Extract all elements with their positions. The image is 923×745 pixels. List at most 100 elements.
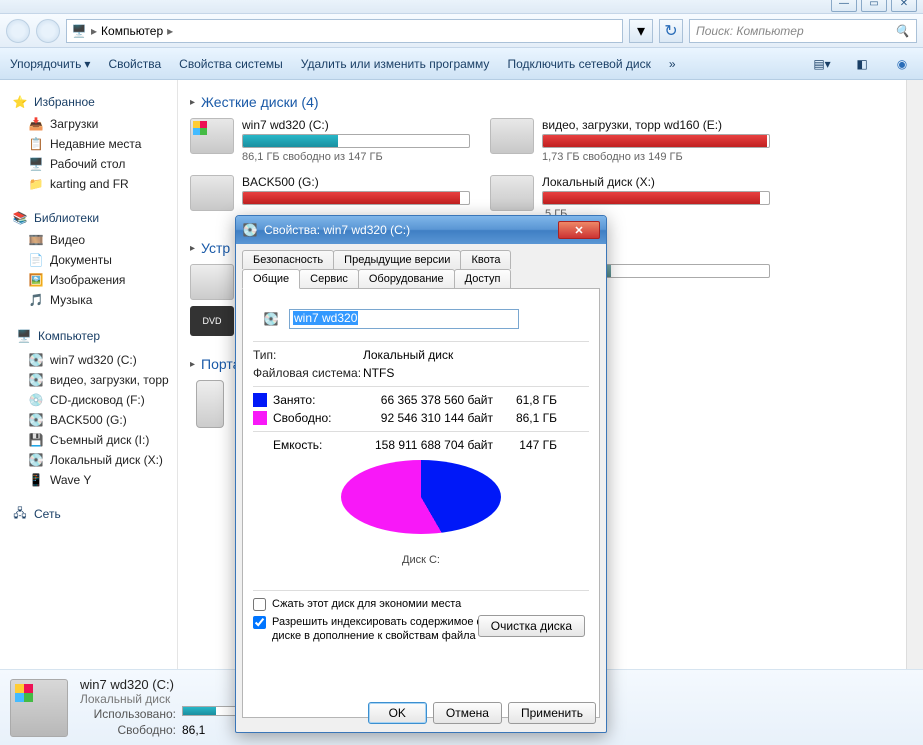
used-bytes: 66 365 378 560 байт — [353, 393, 493, 407]
drive-name: win7 wd320 (C:) — [242, 118, 470, 132]
disk-cleanup-button[interactable]: Очистка диска — [478, 615, 585, 637]
filesystem-label: Файловая система: — [253, 366, 363, 380]
music-icon: 🎵 — [28, 292, 44, 308]
drive-usage-bar — [242, 191, 470, 205]
scrollbar[interactable] — [906, 80, 923, 669]
drive-item[interactable]: Локальный диск (X:) ,5 ГБ — [490, 175, 770, 220]
drive-icon — [490, 118, 534, 154]
used-gb: 61,8 ГБ — [505, 393, 557, 407]
properties-button[interactable]: Свойства — [108, 57, 161, 71]
ok-button[interactable]: OK — [368, 702, 427, 724]
toolbar-overflow[interactable]: » — [669, 57, 676, 71]
dialog-title-text: Свойства: win7 wd320 (C:) — [264, 223, 410, 237]
toolbar: Упорядочить ▾ Свойства Свойства системы … — [0, 48, 923, 80]
drive-free-text: 1,73 ГБ свободно из 149 ГБ — [542, 151, 770, 163]
drive-icon: 💽 — [28, 452, 44, 468]
free-swatch — [253, 411, 267, 425]
drive-item[interactable]: win7 wd320 (C:) 86,1 ГБ свободно из 147 … — [190, 118, 470, 163]
cd-icon: 💿 — [28, 392, 44, 408]
computer-header[interactable]: 🖥️Компьютер — [12, 326, 171, 346]
collapse-icon: ▸ — [190, 243, 195, 254]
history-dropdown[interactable]: ▾ — [629, 19, 653, 43]
map-drive-button[interactable]: Подключить сетевой диск — [507, 57, 650, 71]
compress-label: Сжать этот диск для экономии места — [272, 597, 461, 611]
sidebar-item-downloads[interactable]: 📥Загрузки — [6, 114, 171, 134]
type-value: Локальный диск — [363, 348, 589, 362]
tab-quota[interactable]: Квота — [460, 250, 511, 269]
dialog-titlebar[interactable]: 💽 Свойства: win7 wd320 (C:) ✕ — [236, 216, 606, 244]
sidebar-drive-g[interactable]: 💽BACK500 (G:) — [6, 410, 171, 430]
drive-name: видео, загрузки, торр wd160 (E:) — [542, 118, 770, 132]
filesystem-value: NTFS — [363, 366, 589, 380]
details-used-label: Использовано: — [80, 706, 176, 722]
tab-sharing[interactable]: Доступ — [454, 269, 512, 288]
tab-general[interactable]: Общие — [242, 269, 300, 289]
organize-menu[interactable]: Упорядочить ▾ — [10, 57, 90, 71]
cd-drive-icon — [190, 264, 234, 300]
view-menu[interactable]: ▤▾ — [811, 53, 833, 75]
refresh-button[interactable]: ↻ — [659, 19, 683, 43]
libraries-header[interactable]: 📚Библиотеки — [12, 210, 171, 226]
address-bar[interactable]: 🖥️ ▸ Компьютер ▸ — [66, 19, 623, 43]
network-header[interactable]: 🖧Сеть — [12, 506, 171, 522]
help-button[interactable]: ◉ — [891, 53, 913, 75]
collapse-icon: ▸ — [190, 97, 195, 108]
max-button[interactable]: ▭ — [861, 0, 887, 12]
details-free-label: Свободно: — [80, 722, 176, 738]
used-swatch — [253, 393, 267, 407]
sidebar-item-pictures[interactable]: 🖼️Изображения — [6, 270, 171, 290]
drive-name: BACK500 (G:) — [242, 175, 470, 189]
uninstall-button[interactable]: Удалить или изменить программу — [301, 57, 490, 71]
sidebar-drive-i[interactable]: 💾Съемный диск (I:) — [6, 430, 171, 450]
sidebar-wave-y[interactable]: 📱Wave Y — [6, 470, 171, 490]
system-properties-button[interactable]: Свойства системы — [179, 57, 283, 71]
preview-pane-button[interactable]: ◧ — [851, 53, 873, 75]
breadcrumb-root[interactable]: Компьютер — [101, 24, 163, 38]
sidebar-drive-c[interactable]: 💽win7 wd320 (C:) — [6, 350, 171, 370]
apply-button[interactable]: Применить — [508, 702, 596, 724]
tab-previous-versions[interactable]: Предыдущие версии — [333, 250, 461, 269]
drive-usage-bar — [542, 134, 770, 148]
sidebar-drive-e[interactable]: 💽видео, загрузки, торр — [6, 370, 171, 390]
sidebar: ⭐Избранное 📥Загрузки 📋Недавние места 🖥️Р… — [0, 80, 178, 669]
sidebar-item-desktop[interactable]: 🖥️Рабочий стол — [6, 154, 171, 174]
sidebar-item-music[interactable]: 🎵Музыка — [6, 290, 171, 310]
sidebar-item-video[interactable]: 🎞️Видео — [6, 230, 171, 250]
drive-large-icon: 💽 — [253, 303, 289, 335]
cancel-button[interactable]: Отмена — [433, 702, 502, 724]
forward-button[interactable] — [36, 19, 60, 43]
sidebar-drive-cd[interactable]: 💿CD-дисковод (F:) — [6, 390, 171, 410]
usage-pie-chart — [341, 460, 501, 550]
min-button[interactable]: — — [831, 0, 857, 12]
phone-icon: 📱 — [28, 472, 44, 488]
tab-hardware[interactable]: Оборудование — [358, 269, 455, 288]
dialog-close-button[interactable]: ✕ — [558, 221, 600, 239]
hdd-section-header[interactable]: ▸Жесткие диски (4) — [190, 94, 911, 110]
back-button[interactable] — [6, 19, 30, 43]
compress-checkbox[interactable] — [253, 598, 266, 611]
close-button[interactable]: ✕ — [891, 0, 917, 12]
sidebar-item-documents[interactable]: 📄Документы — [6, 250, 171, 270]
desktop-icon: 🖥️ — [28, 156, 44, 172]
breadcrumb-sep: ▸ — [91, 24, 97, 38]
tab-tools[interactable]: Сервис — [299, 269, 359, 288]
tab-security[interactable]: Безопасность — [242, 250, 334, 269]
favorites-header[interactable]: ⭐Избранное — [12, 94, 171, 110]
index-checkbox[interactable] — [253, 616, 266, 629]
drive-icon: 💽 — [28, 372, 44, 388]
search-input[interactable]: Поиск: Компьютер 🔍 — [689, 19, 917, 43]
capacity-label: Емкость: — [253, 438, 353, 452]
sidebar-drive-x[interactable]: 💽Локальный диск (X:) — [6, 450, 171, 470]
sidebar-item-folder[interactable]: 📁karting and FR — [6, 174, 171, 194]
network-icon: 🖧 — [12, 506, 28, 522]
search-placeholder: Поиск: Компьютер — [696, 24, 804, 38]
drive-item[interactable]: видео, загрузки, торр wd160 (E:) 1,73 ГБ… — [490, 118, 770, 163]
computer-icon: 🖥️ — [71, 23, 87, 39]
computer-icon: 🖥️ — [16, 328, 32, 344]
phone-device-icon[interactable] — [196, 380, 224, 428]
sidebar-item-recent[interactable]: 📋Недавние места — [6, 134, 171, 154]
volume-name-input[interactable]: win7 wd320 — [289, 309, 519, 329]
drive-name: Локальный диск (X:) — [542, 175, 770, 189]
document-icon: 📄 — [28, 252, 44, 268]
drive-item[interactable]: BACK500 (G:) — [190, 175, 470, 220]
